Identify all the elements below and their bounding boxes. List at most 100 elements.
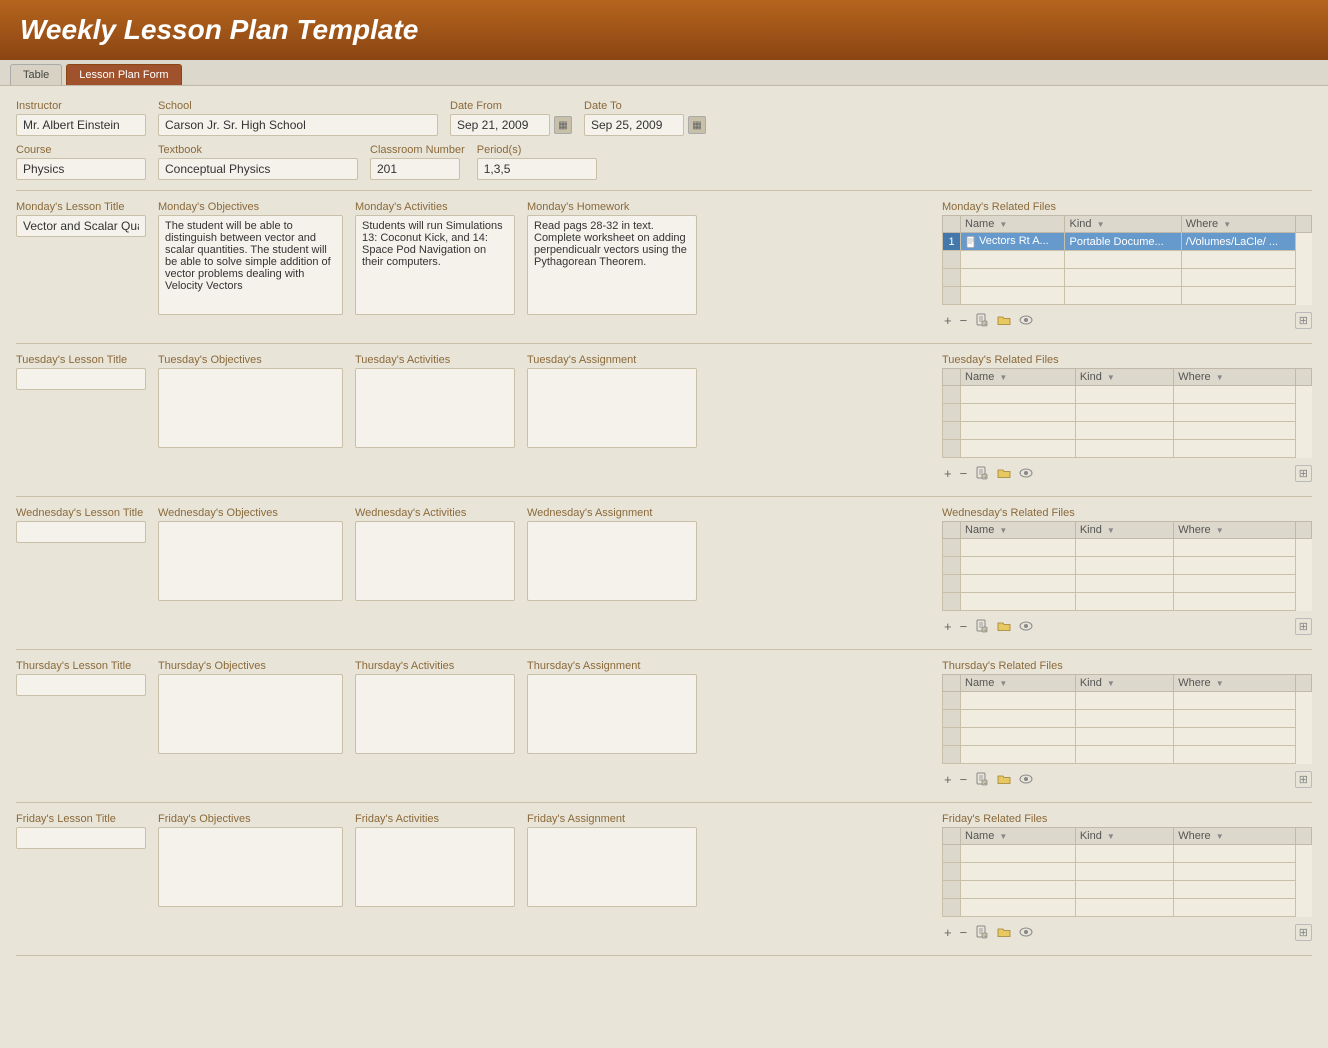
instructor-input[interactable] [16,114,146,136]
tuesday-col-name[interactable]: Name ▼ [961,369,1076,386]
file-row-empty [943,692,1312,710]
monday-add-file-btn[interactable]: + [942,314,954,327]
friday-files-container: Friday's Related Files Name ▼ Kind ▼ Whe… [942,813,1312,943]
thursday-act-textarea[interactable] [355,674,515,754]
wednesday-act-label: Wednesday's Activities [355,507,515,519]
wednesday-title-label: Wednesday's Lesson Title [16,507,146,519]
monday-preview-btn[interactable] [1017,314,1035,327]
monday-col-kind[interactable]: Kind ▼ [1065,216,1181,233]
tuesday-act-textarea[interactable] [355,368,515,448]
school-input[interactable] [158,114,438,136]
wednesday-add-file-btn[interactable]: + [942,620,954,633]
tuesday-act-field: Tuesday's Activities [355,354,515,448]
date-to-label: Date To [584,100,706,112]
thursday-col-kind[interactable]: Kind ▼ [1075,675,1173,692]
friday-title-input[interactable] [16,827,146,849]
monday-folder-btn[interactable] [995,314,1013,328]
monday-hw-textarea[interactable]: Read pags 28-32 in text. Complete worksh… [527,215,697,315]
tuesday-preview-btn[interactable] [1017,467,1035,480]
wednesday-hw-textarea[interactable] [527,521,697,601]
wednesday-act-textarea[interactable] [355,521,515,601]
wednesday-col-name[interactable]: Name ▼ [961,522,1076,539]
friday-col-kind[interactable]: Kind ▼ [1075,828,1173,845]
wednesday-preview-btn[interactable] [1017,620,1035,633]
friday-remove-file-btn[interactable]: − [958,926,970,939]
friday-folder-btn[interactable] [995,926,1013,940]
thursday-hw-textarea[interactable] [527,674,697,754]
thursday-resize-btn[interactable]: ⊞ [1295,771,1312,788]
thursday-files-label: Thursday's Related Files [942,660,1312,672]
thursday-remove-file-btn[interactable]: − [958,773,970,786]
file-row-empty [943,845,1312,863]
tuesday-obj-textarea[interactable] [158,368,343,448]
monday-col-name[interactable]: Name ▼ [961,216,1065,233]
thursday-col-where[interactable]: Where ▼ [1174,675,1296,692]
file-row-empty [943,287,1312,305]
file-row-empty [943,557,1312,575]
friday-act-textarea[interactable] [355,827,515,907]
friday-new-doc-btn[interactable]: + [973,925,991,941]
wednesday-col-kind[interactable]: Kind ▼ [1075,522,1173,539]
friday-hw-label: Friday's Assignment [527,813,697,825]
tuesday-remove-file-btn[interactable]: − [958,467,970,480]
thursday-new-doc-btn[interactable]: + [973,772,991,788]
file-row-empty [943,728,1312,746]
friday-obj-textarea[interactable] [158,827,343,907]
textbook-input[interactable] [158,158,358,180]
monday-obj-textarea[interactable]: The student will be able to distinguish … [158,215,343,315]
tuesday-col-where[interactable]: Where ▼ [1174,369,1296,386]
file-row[interactable]: 1 Vectors Rt A... Portable Docume... /Vo… [943,233,1312,251]
tuesday-new-doc-btn[interactable]: + [973,466,991,482]
monday-files-table: Name ▼ Kind ▼ Where ▼ 1 Vectors Rt A... … [942,215,1312,305]
instructor-field: Instructor [16,100,146,136]
wednesday-obj-textarea[interactable] [158,521,343,601]
periods-input[interactable] [477,158,597,180]
monday-title-input[interactable] [16,215,146,237]
friday-resize-btn[interactable]: ⊞ [1295,924,1312,941]
monday-col-where[interactable]: Where ▼ [1181,216,1295,233]
thursday-title-input[interactable] [16,674,146,696]
tuesday-folder-btn[interactable] [995,467,1013,481]
wednesday-obj-label: Wednesday's Objectives [158,507,343,519]
monday-new-doc-btn[interactable]: + [973,313,991,329]
main-content: Instructor School Date From ▦ Date To ▦ … [0,86,1328,980]
friday-preview-btn[interactable] [1017,926,1035,939]
thursday-add-file-btn[interactable]: + [942,773,954,786]
friday-col-where[interactable]: Where ▼ [1174,828,1296,845]
wednesday-title-input[interactable] [16,521,146,543]
wednesday-remove-file-btn[interactable]: − [958,620,970,633]
thursday-title-label: Thursday's Lesson Title [16,660,146,672]
tab-table[interactable]: Table [10,64,62,85]
date-from-calendar-icon[interactable]: ▦ [554,116,572,134]
tuesday-hw-textarea[interactable] [527,368,697,448]
tuesday-title-input[interactable] [16,368,146,390]
friday-hw-textarea[interactable] [527,827,697,907]
date-to-input[interactable] [584,114,684,136]
date-from-input[interactable] [450,114,550,136]
monday-remove-file-btn[interactable]: − [958,314,970,327]
tab-lesson-plan-form[interactable]: Lesson Plan Form [66,64,181,85]
thursday-act-field: Thursday's Activities [355,660,515,754]
wednesday-folder-btn[interactable] [995,620,1013,634]
thursday-folder-btn[interactable] [995,773,1013,787]
wednesday-main-cols: Wednesday's Lesson Title Wednesday's Obj… [16,507,930,601]
tuesday-add-file-btn[interactable]: + [942,467,954,480]
monday-row: Monday's Lesson Title Monday's Objective… [16,201,1312,331]
classroom-input[interactable] [370,158,460,180]
tuesday-col-kind[interactable]: Kind ▼ [1075,369,1173,386]
friday-add-file-btn[interactable]: + [942,926,954,939]
date-from-wrapper: ▦ [450,114,572,136]
thursday-obj-textarea[interactable] [158,674,343,754]
wednesday-resize-btn[interactable]: ⊞ [1295,618,1312,635]
friday-col-name[interactable]: Name ▼ [961,828,1076,845]
monday-obj-label: Monday's Objectives [158,201,343,213]
monday-resize-btn[interactable]: ⊞ [1295,312,1312,329]
wednesday-col-where[interactable]: Where ▼ [1174,522,1296,539]
thursday-preview-btn[interactable] [1017,773,1035,786]
tuesday-resize-btn[interactable]: ⊞ [1295,465,1312,482]
wednesday-new-doc-btn[interactable]: + [973,619,991,635]
monday-act-textarea[interactable]: Students will run Simulations 13: Coconu… [355,215,515,315]
thursday-col-name[interactable]: Name ▼ [961,675,1076,692]
date-to-calendar-icon[interactable]: ▦ [688,116,706,134]
course-input[interactable] [16,158,146,180]
